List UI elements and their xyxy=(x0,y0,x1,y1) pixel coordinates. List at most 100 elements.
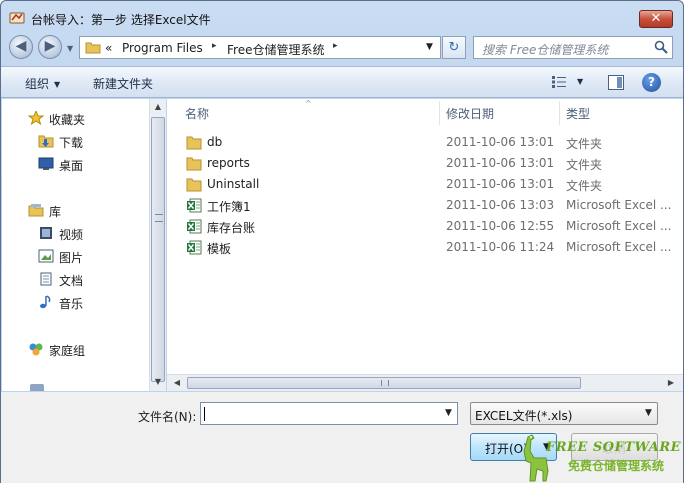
column-divider[interactable] xyxy=(439,101,440,125)
column-header-name[interactable]: 名称 xyxy=(185,105,209,122)
file-type: Microsoft Excel ... xyxy=(566,198,671,212)
breadcrumb-overflow[interactable]: « xyxy=(105,41,112,55)
star-icon xyxy=(28,111,44,125)
file-type: Microsoft Excel ... xyxy=(566,240,671,254)
library-icon xyxy=(28,204,44,217)
open-dropdown[interactable]: ▼ xyxy=(543,442,550,452)
help-icon[interactable]: ? xyxy=(642,73,661,92)
open-label: 打开(O) xyxy=(485,442,528,456)
breadcrumb-free-wms[interactable]: Free仓储管理系统 xyxy=(227,41,324,58)
nav-label: 桌面 xyxy=(59,159,84,173)
excel-file-icon xyxy=(187,219,202,234)
nav-item-libraries[interactable]: 库 xyxy=(28,203,138,219)
file-row[interactable]: 模板 2011-10-06 11:24 Microsoft Excel ... xyxy=(167,237,671,258)
breadcrumb-separator[interactable]: ▸ xyxy=(333,41,338,51)
nav-item-documents[interactable]: 文档 xyxy=(38,272,138,288)
column-header-type[interactable]: 类型 xyxy=(566,105,590,122)
nav-label: 图片 xyxy=(59,251,84,265)
column-divider[interactable] xyxy=(559,101,560,125)
file-list: ^ 名称 修改日期 类型 db 2011-10-06 13:01 文件夹 report… xyxy=(167,99,683,391)
file-type: Microsoft Excel ... xyxy=(566,219,671,233)
filename-dropdown[interactable]: ▼ xyxy=(445,408,452,418)
preview-pane-icon[interactable] xyxy=(608,75,624,90)
excel-file-icon xyxy=(187,198,202,213)
file-modified: 2011-10-06 12:55 xyxy=(446,219,555,233)
scroll-thumb[interactable] xyxy=(151,117,165,382)
breadcrumb-separator[interactable]: ▸ xyxy=(212,41,217,51)
sort-ascending-icon: ^ xyxy=(305,99,312,108)
forward-button[interactable]: ▶ xyxy=(38,35,62,59)
nav-item-desktop[interactable]: 桌面 xyxy=(38,157,138,173)
scroll-up-arrow[interactable]: ▲ xyxy=(150,99,166,115)
excel-file-icon xyxy=(187,240,202,255)
file-modified: 2011-10-06 13:01 xyxy=(446,156,555,170)
app-icon xyxy=(9,12,25,24)
file-modified: 2011-10-06 11:24 xyxy=(446,240,555,254)
file-modified: 2011-10-06 13:03 xyxy=(446,198,555,212)
nav-item-pictures[interactable]: 图片 xyxy=(38,249,138,265)
open-button[interactable]: 打开(O) ▼ xyxy=(470,433,557,461)
view-dropdown[interactable]: ▼ xyxy=(577,77,583,86)
scroll-right-arrow[interactable]: ▶ xyxy=(663,375,679,391)
file-row[interactable]: db 2011-10-06 13:01 文件夹 xyxy=(167,132,667,153)
command-bar: 组织 ▼ 新建文件夹 ▼ ? xyxy=(1,66,683,98)
column-header-modified[interactable]: 修改日期 xyxy=(446,105,494,122)
new-folder-button[interactable]: 新建文件夹 xyxy=(93,75,153,92)
file-list-horizontal-scrollbar[interactable]: ◀ ▶ xyxy=(167,374,683,391)
file-name: reports xyxy=(207,156,250,170)
file-name: 工作簿1 xyxy=(207,200,251,214)
scroll-thumb[interactable] xyxy=(187,377,581,389)
file-type: 文件夹 xyxy=(566,158,603,172)
document-icon xyxy=(40,272,52,286)
file-name: Uninstall xyxy=(207,177,260,191)
file-name: 模板 xyxy=(207,242,232,256)
nav-pane-scrollbar[interactable]: ▲ ▼ xyxy=(149,99,166,391)
file-row[interactable]: 工作簿1 2011-10-06 13:03 Microsoft Excel ... xyxy=(167,195,671,216)
address-bar[interactable]: « Program Files ▸ Free仓储管理系统 ▸ ▼ xyxy=(79,36,441,59)
grip-icon xyxy=(381,380,389,386)
scroll-left-arrow[interactable]: ◀ xyxy=(169,375,185,391)
nav-item-videos[interactable]: 视频 xyxy=(38,226,138,242)
close-button[interactable]: ✕ xyxy=(639,10,673,28)
nav-item-downloads[interactable]: 下载 xyxy=(38,134,138,150)
nav-label: 音乐 xyxy=(59,297,84,311)
file-row[interactable]: reports 2011-10-06 13:01 文件夹 xyxy=(167,153,667,174)
nav-item-music[interactable]: 音乐 xyxy=(38,295,138,311)
cancel-button[interactable]: 取消 xyxy=(571,433,658,461)
refresh-icon: ↻ xyxy=(448,40,460,55)
scroll-down-arrow[interactable]: ▼ xyxy=(150,374,166,390)
nav-item-favorites[interactable]: 收藏夹 xyxy=(28,111,138,127)
refresh-button[interactable]: ↻ xyxy=(442,36,466,59)
close-icon: ✕ xyxy=(650,11,662,26)
view-options-icon[interactable] xyxy=(551,75,567,89)
file-name: 库存台账 xyxy=(207,221,256,235)
file-row[interactable]: Uninstall 2011-10-06 13:01 文件夹 xyxy=(167,174,667,195)
filename-input[interactable]: ▼ xyxy=(200,402,458,425)
cancel-label: 取消 xyxy=(602,442,627,456)
file-row[interactable]: 库存台账 2011-10-06 12:55 Microsoft Excel ... xyxy=(167,216,671,237)
address-dropdown[interactable]: ▼ xyxy=(426,42,433,52)
file-modified: 2011-10-06 13:01 xyxy=(446,177,555,191)
chevron-down-icon: ▼ xyxy=(645,408,652,418)
computer-icon xyxy=(30,384,44,391)
dialog-footer: 文件名(N): ▼ EXCEL文件(*.xls) ▼ 打开(O) ▼ 取消 xyxy=(1,392,683,483)
filetype-select[interactable]: EXCEL文件(*.xls) ▼ xyxy=(470,402,658,425)
nav-item-homegroup[interactable]: 家庭组 xyxy=(28,342,138,358)
search-box[interactable]: 搜索 Free仓储管理系统 xyxy=(473,36,673,59)
text-caret xyxy=(204,407,205,421)
nav-label: 文档 xyxy=(59,274,84,288)
breadcrumb-program-files[interactable]: Program Files xyxy=(122,41,203,55)
organize-button[interactable]: 组织 ▼ xyxy=(25,75,60,92)
title-bar[interactable]: 台帐导入：第一步 选择Excel文件 ✕ xyxy=(1,1,683,31)
back-button[interactable]: ◀ xyxy=(9,35,33,59)
nav-label: 视频 xyxy=(59,228,84,242)
nav-label: 收藏夹 xyxy=(49,113,86,127)
folder-icon xyxy=(85,42,101,54)
file-type: 文件夹 xyxy=(566,179,603,193)
back-arrow-icon: ◀ xyxy=(15,38,27,54)
grip-icon xyxy=(155,214,163,222)
search-placeholder: 搜索 Free仓储管理系统 xyxy=(482,43,609,57)
nav-label: 库 xyxy=(49,205,62,219)
recent-locations-dropdown[interactable]: ▼ xyxy=(67,44,73,53)
folder-icon xyxy=(186,136,202,150)
